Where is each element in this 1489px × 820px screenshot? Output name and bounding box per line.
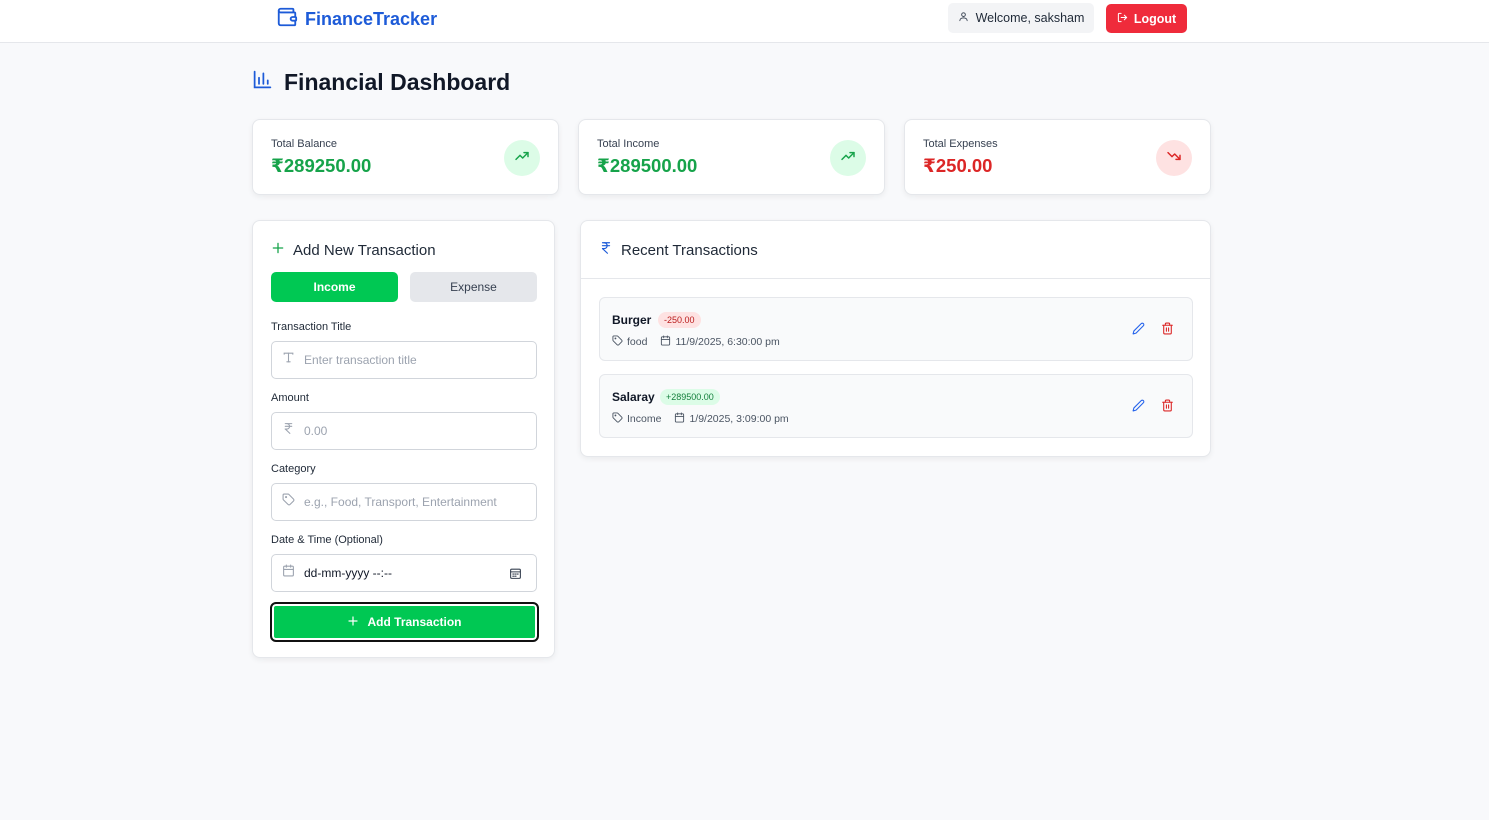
rupee-icon [599, 241, 613, 259]
date-label: Date & Time (Optional) [271, 534, 383, 546]
card-title: Add New Transaction [271, 240, 436, 260]
calendar-icon [674, 412, 689, 426]
trend-badge [504, 140, 540, 176]
stat-label: Total Expenses [923, 138, 998, 150]
edit-pencil-icon[interactable] [1132, 322, 1145, 340]
tag-icon [612, 412, 627, 426]
logout-button[interactable]: Logout [1106, 4, 1187, 33]
transaction-meta: food 11/9/2025, 6:30:00 pm [612, 335, 780, 349]
amount-badge: -250.00 [658, 312, 701, 328]
recent-transactions-card: Recent Transactions Burger -250.00 food … [580, 220, 1211, 457]
welcome-text: Welcome, saksham [975, 11, 1085, 25]
edit-pencil-icon[interactable] [1132, 399, 1145, 417]
card-title-text: Add New Transaction [293, 241, 436, 259]
income-toggle-button[interactable]: Income [271, 272, 398, 302]
amount-badge: +289500.00 [660, 389, 720, 405]
tag-icon [612, 335, 627, 349]
stat-card-total-income: Total Income ₹289500.00 [578, 119, 885, 195]
category-input[interactable] [304, 495, 514, 509]
add-transaction-card: Add New Transaction Income Expense Trans… [252, 220, 555, 658]
trash-icon[interactable] [1161, 399, 1174, 417]
page-heading: Financial Dashboard [284, 68, 511, 95]
expense-toggle-button[interactable]: Expense [410, 272, 537, 302]
bar-chart-icon [252, 69, 273, 95]
trend-badge [1156, 140, 1192, 176]
brand-logo[interactable]: FinanceTracker [276, 7, 437, 31]
stat-card-total-expenses: Total Expenses ₹250.00 [904, 119, 1211, 195]
trending-up-icon [840, 148, 856, 169]
transaction-row: Salaray +289500.00 Income 1/9/2025, 3:09… [599, 374, 1193, 438]
add-transaction-button[interactable]: Add Transaction [270, 602, 539, 642]
brand-name: FinanceTracker [305, 8, 438, 29]
category-field[interactable] [271, 483, 537, 521]
trending-up-icon [514, 148, 530, 169]
calendar-picker-icon[interactable] [509, 567, 522, 585]
logout-icon [1117, 12, 1128, 26]
stat-card-total-balance: Total Balance ₹289250.00 [252, 119, 559, 195]
transaction-name: Salaray [612, 390, 655, 404]
stat-value: ₹289500.00 [597, 155, 698, 176]
title-field[interactable] [271, 341, 537, 379]
user-icon [958, 11, 969, 25]
add-transaction-label: Add Transaction [367, 615, 462, 629]
transaction-row: Burger -250.00 food 11/9/2025, 6:30:00 p… [599, 297, 1193, 361]
calendar-icon [660, 335, 675, 349]
welcome-badge: Welcome, saksham [948, 3, 1094, 33]
wallet-icon [276, 6, 298, 33]
rupee-icon [282, 422, 295, 440]
transaction-datetime: 11/9/2025, 6:30:00 pm [675, 336, 780, 348]
date-field[interactable]: dd-mm-yyyy --:-- [271, 554, 537, 592]
amount-input[interactable] [304, 424, 514, 438]
plus-icon [271, 241, 285, 259]
row-actions [1132, 399, 1174, 417]
text-type-icon [282, 351, 295, 369]
card-title-text: Recent Transactions [621, 241, 758, 259]
title-label: Transaction Title [271, 321, 352, 333]
transaction-name: Burger [612, 313, 652, 327]
category-label: Category [271, 463, 316, 475]
stat-label: Total Balance [271, 138, 338, 150]
transaction-datetime: 1/9/2025, 3:09:00 pm [689, 413, 789, 425]
amount-label: Amount [271, 392, 309, 404]
tag-icon [282, 493, 295, 511]
transaction-category: Income [627, 413, 662, 425]
top-navbar: FinanceTracker Welcome, saksham Logout [0, 0, 1489, 43]
row-actions [1132, 322, 1174, 340]
recent-header: Recent Transactions [581, 221, 1210, 279]
stat-value: ₹250.00 [923, 155, 993, 176]
logout-label: Logout [1133, 11, 1177, 26]
amount-field[interactable] [271, 412, 537, 450]
stat-label: Total Income [597, 138, 660, 150]
stat-value: ₹289250.00 [271, 155, 372, 176]
trend-badge [830, 140, 866, 176]
title-input[interactable] [304, 353, 514, 367]
page-title: Financial Dashboard [252, 67, 510, 97]
trash-icon[interactable] [1161, 322, 1174, 340]
plus-icon [347, 615, 359, 630]
trending-down-icon [1166, 148, 1182, 169]
card-title: Recent Transactions [599, 240, 758, 260]
calendar-icon [282, 564, 295, 582]
transaction-category: food [627, 336, 648, 348]
transaction-meta: Income 1/9/2025, 3:09:00 pm [612, 412, 789, 426]
date-input[interactable]: dd-mm-yyyy --:-- [304, 566, 392, 580]
